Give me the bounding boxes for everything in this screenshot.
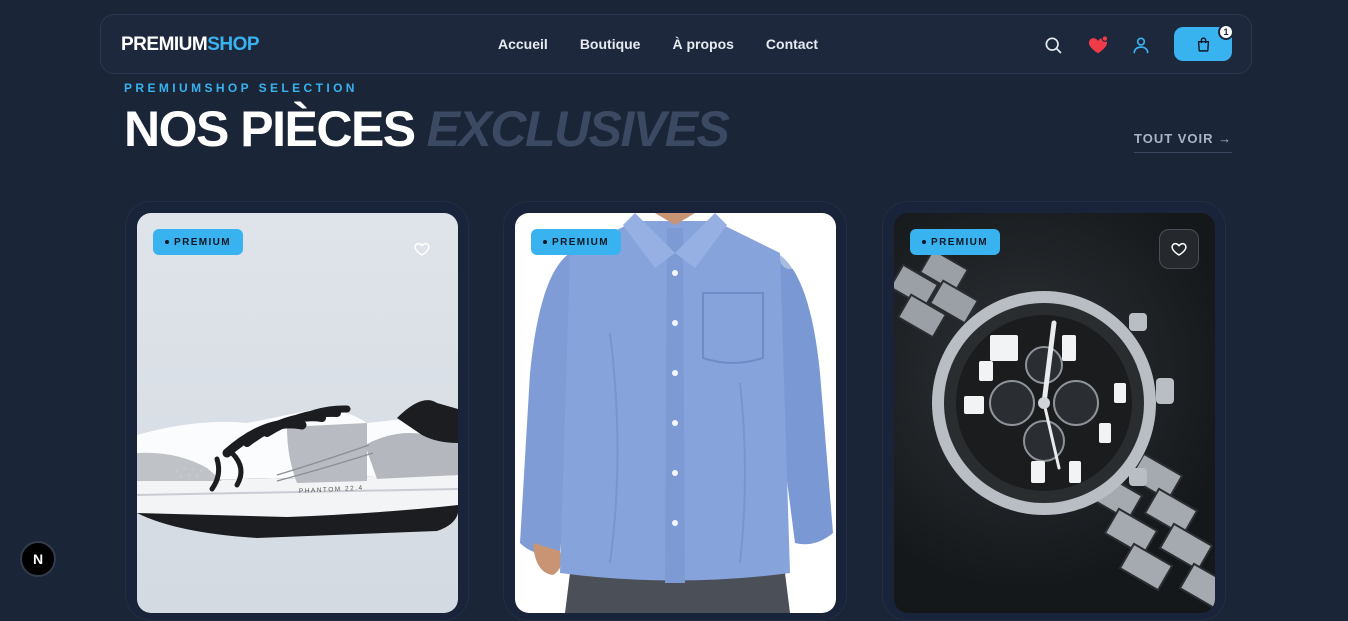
product-card[interactable]: PHANTOM 22.4 PREMIUM: [125, 201, 469, 621]
dev-tools-badge[interactable]: N: [20, 541, 56, 577]
logo[interactable]: PREMIUMSHOP: [121, 34, 260, 56]
wishlist-button[interactable]: [1086, 33, 1110, 57]
cart-count-badge: 1: [1218, 24, 1234, 40]
shopping-bag-icon: [1197, 36, 1209, 52]
section-title-accent: EXCLUSIVES: [426, 101, 730, 157]
product-card[interactable]: PREMIUM: [882, 201, 1226, 621]
product-image-sneaker[interactable]: PHANTOM 22.4 PREMIUM: [137, 213, 458, 613]
see-all-link[interactable]: TOUT VOIR →: [1134, 131, 1233, 153]
nav-link-a-propos[interactable]: À propos: [672, 36, 733, 52]
logo-part-shop: SHOP: [207, 34, 260, 55]
navbar: PREMIUMSHOP Accueil Boutique À propos Co…: [100, 14, 1252, 74]
heart-outline-icon: [792, 242, 808, 256]
badge-dot: [922, 240, 926, 244]
badge-label: PREMIUM: [174, 236, 232, 248]
product-image-watch[interactable]: PREMIUM: [894, 213, 1215, 613]
shirt-illustration: [520, 213, 833, 613]
heart-icon: [1088, 35, 1109, 54]
section-title: NOS PIÈCES EXCLUSIVES: [124, 100, 730, 158]
heart-outline-icon: [1171, 242, 1187, 256]
badge-label: PREMIUM: [931, 236, 989, 248]
nav-link-contact[interactable]: Contact: [766, 36, 818, 52]
badge-dot: [165, 240, 169, 244]
favorite-button[interactable]: [1159, 229, 1199, 269]
cart-button[interactable]: 1: [1174, 24, 1234, 61]
premium-badge: PREMIUM: [153, 229, 244, 255]
user-icon: [1133, 37, 1149, 54]
nav-link-boutique[interactable]: Boutique: [580, 36, 641, 52]
favorite-button[interactable]: [780, 229, 820, 269]
main-nav: Accueil Boutique À propos Contact: [498, 36, 818, 52]
premium-badge: PREMIUM: [910, 229, 1001, 255]
search-icon: [1045, 37, 1062, 54]
search-button[interactable]: [1041, 33, 1065, 57]
section-title-main: NOS PIÈCES: [124, 101, 416, 157]
logo-part-premium: PREMIUM: [121, 34, 208, 55]
watch-illustration: [894, 248, 1215, 612]
product-card[interactable]: PREMIUM: [503, 201, 847, 621]
badge-label: PREMIUM: [552, 236, 610, 248]
account-button[interactable]: [1129, 33, 1153, 57]
heart-outline-icon: [414, 242, 430, 256]
nav-link-accueil[interactable]: Accueil: [498, 36, 548, 52]
product-image-shirt[interactable]: PREMIUM: [515, 213, 836, 613]
favorite-button[interactable]: [402, 229, 442, 269]
section-eyebrow: PREMIUMSHOP SELECTION: [124, 81, 358, 95]
badge-dot: [543, 240, 547, 244]
sneaker-illustration: PHANTOM 22.4: [137, 400, 458, 538]
premium-badge: PREMIUM: [531, 229, 622, 255]
